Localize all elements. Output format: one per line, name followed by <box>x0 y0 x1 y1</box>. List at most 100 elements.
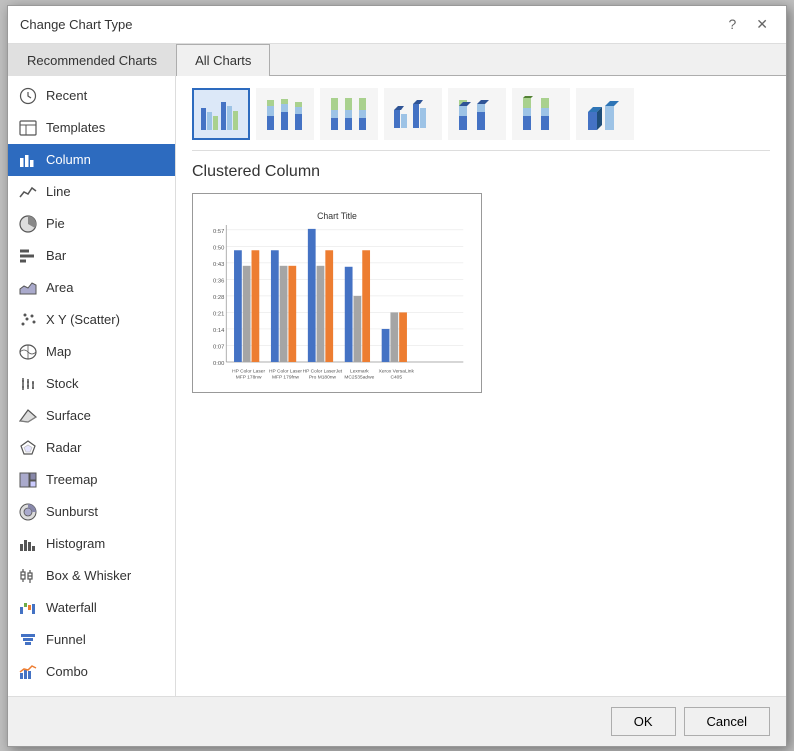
sidebar-item-boxwhisker[interactable]: Box & Whisker <box>8 560 175 592</box>
sidebar-label-templates: Templates <box>46 120 105 135</box>
svg-text:MFP 179fnw: MFP 179fnw <box>272 374 300 380</box>
svg-text:0:14: 0:14 <box>213 327 225 333</box>
map-icon <box>18 342 38 362</box>
sidebar-item-line[interactable]: Line <box>8 176 175 208</box>
svg-text:0:43: 0:43 <box>213 261 224 267</box>
sidebar-item-treemap[interactable]: Treemap <box>8 464 175 496</box>
sidebar-item-radar[interactable]: Radar <box>8 432 175 464</box>
sidebar: Recent Templates <box>8 76 176 696</box>
main-content: Recent Templates <box>8 76 786 696</box>
sidebar-label-radar: Radar <box>46 440 81 455</box>
radar-icon <box>18 438 38 458</box>
subtype-3d-clustered[interactable] <box>384 88 442 140</box>
cancel-button[interactable]: Cancel <box>684 707 770 736</box>
stock-icon <box>18 374 38 394</box>
sidebar-label-pie: Pie <box>46 216 65 231</box>
svg-text:MC2535adwe: MC2535adwe <box>344 374 374 380</box>
sidebar-label-treemap: Treemap <box>46 472 98 487</box>
chart-name: Clustered Column <box>192 163 770 181</box>
area-icon <box>18 278 38 298</box>
sidebar-label-boxwhisker: Box & Whisker <box>46 568 131 583</box>
tab-bar: Recommended Charts All Charts <box>8 44 786 76</box>
sidebar-item-scatter[interactable]: X Y (Scatter) <box>8 304 175 336</box>
sidebar-label-map: Map <box>46 344 71 359</box>
sidebar-label-surface: Surface <box>46 408 91 423</box>
sidebar-label-column: Column <box>46 152 91 167</box>
chart-panel: Clustered Column Chart Title 0:57 0:50 0… <box>176 76 786 696</box>
subtype-3d-100pct[interactable] <box>512 88 570 140</box>
subtype-stacked-column[interactable] <box>256 88 314 140</box>
svg-text:HP Color Laser: HP Color Laser <box>232 368 265 374</box>
sidebar-item-waterfall[interactable]: Waterfall <box>8 592 175 624</box>
waterfall-icon <box>18 598 38 618</box>
subtype-clustered-column[interactable] <box>192 88 250 140</box>
change-chart-type-dialog: Change Chart Type ? ✕ Recommended Charts… <box>7 5 787 747</box>
svg-text:C405: C405 <box>390 374 402 380</box>
tab-recommended[interactable]: Recommended Charts <box>8 44 176 76</box>
sidebar-item-surface[interactable]: Surface <box>8 400 175 432</box>
svg-text:0:57: 0:57 <box>213 228 224 234</box>
ok-button[interactable]: OK <box>611 707 676 736</box>
templates-icon <box>18 118 38 138</box>
funnel-icon <box>18 630 38 650</box>
sidebar-item-column[interactable]: Column <box>8 144 175 176</box>
sidebar-label-funnel: Funnel <box>46 632 86 647</box>
sidebar-label-stock: Stock <box>46 376 79 391</box>
sidebar-item-recent[interactable]: Recent <box>8 80 175 112</box>
close-button[interactable]: ✕ <box>750 14 774 35</box>
svg-text:Chart Title: Chart Title <box>317 211 357 221</box>
svg-text:MFP 178nw: MFP 178nw <box>236 374 262 380</box>
sidebar-label-area: Area <box>46 280 73 295</box>
sidebar-item-area[interactable]: Area <box>8 272 175 304</box>
dialog-title: Change Chart Type <box>20 17 133 32</box>
svg-text:0:28: 0:28 <box>213 294 224 300</box>
scatter-icon <box>18 310 38 330</box>
sidebar-label-histogram: Histogram <box>46 536 105 551</box>
tab-all-charts[interactable]: All Charts <box>176 44 270 76</box>
svg-text:0:07: 0:07 <box>213 344 224 350</box>
sidebar-item-map[interactable]: Map <box>8 336 175 368</box>
svg-text:Xerox VersaLink: Xerox VersaLink <box>379 368 415 374</box>
sidebar-item-bar[interactable]: Bar <box>8 240 175 272</box>
svg-text:Pro M180nw: Pro M180nw <box>309 374 337 380</box>
sidebar-item-histogram[interactable]: Histogram <box>8 528 175 560</box>
sidebar-label-line: Line <box>46 184 71 199</box>
title-bar: Change Chart Type ? ✕ <box>8 6 786 44</box>
sidebar-label-combo: Combo <box>46 664 88 679</box>
recent-icon <box>18 86 38 106</box>
title-bar-controls: ? ✕ <box>722 14 774 35</box>
boxwhisker-icon <box>18 566 38 586</box>
pie-icon <box>18 214 38 234</box>
svg-text:Lexmark: Lexmark <box>350 368 369 374</box>
svg-text:0:00: 0:00 <box>213 360 224 366</box>
sidebar-label-bar: Bar <box>46 248 66 263</box>
svg-text:HP Color LaserJet: HP Color LaserJet <box>303 368 343 374</box>
sidebar-item-stock[interactable]: Stock <box>8 368 175 400</box>
sidebar-item-combo[interactable]: Combo <box>8 656 175 688</box>
subtype-100pct-column[interactable] <box>320 88 378 140</box>
treemap-icon <box>18 470 38 490</box>
sidebar-item-funnel[interactable]: Funnel <box>8 624 175 656</box>
svg-text:0:21: 0:21 <box>213 311 224 317</box>
sidebar-item-templates[interactable]: Templates <box>8 112 175 144</box>
line-icon <box>18 182 38 202</box>
chart-subtypes <box>192 88 770 151</box>
chart-preview: Chart Title 0:57 0:50 0:43 0:36 0:28 0:2… <box>192 193 482 393</box>
help-button[interactable]: ? <box>722 14 742 34</box>
sidebar-label-waterfall: Waterfall <box>46 600 97 615</box>
bar-icon <box>18 246 38 266</box>
subtype-3d-column[interactable] <box>576 88 634 140</box>
sidebar-label-scatter: X Y (Scatter) <box>46 312 120 327</box>
dialog-footer: OK Cancel <box>8 696 786 746</box>
sidebar-item-pie[interactable]: Pie <box>8 208 175 240</box>
svg-text:HP Color Laser: HP Color Laser <box>269 368 302 374</box>
combo-icon <box>18 662 38 682</box>
histogram-icon <box>18 534 38 554</box>
surface-icon <box>18 406 38 426</box>
sidebar-label-recent: Recent <box>46 88 87 103</box>
subtype-3d-stacked[interactable] <box>448 88 506 140</box>
sidebar-label-sunburst: Sunburst <box>46 504 98 519</box>
svg-text:0:50: 0:50 <box>213 245 224 251</box>
column-icon <box>18 150 38 170</box>
sidebar-item-sunburst[interactable]: Sunburst <box>8 496 175 528</box>
